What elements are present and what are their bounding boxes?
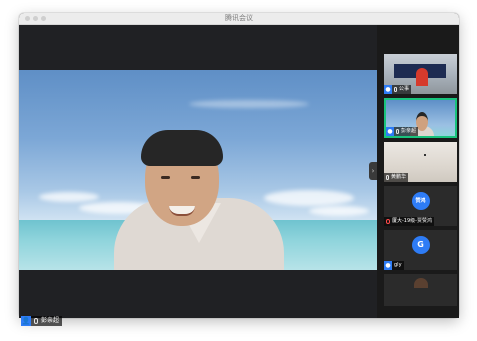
participant-name: 彭亲超 (401, 128, 417, 134)
mic-icon (396, 129, 399, 134)
participant-name: gly (394, 262, 402, 268)
participant-avatar: 赞鸿 (411, 192, 430, 210)
user-icon: ● (384, 261, 392, 270)
participant-tile[interactable] (384, 274, 457, 306)
participant-label: ● 彭亲超 (386, 127, 419, 136)
participant-tile-active[interactable]: ● 彭亲超 (384, 98, 457, 138)
speaker-name: 彭亲超 (41, 317, 60, 324)
participant-name: 公事 (399, 86, 410, 92)
speaker-name-tag: 👤 彭亲超 (21, 316, 63, 326)
participant-name: 厦大-19级-贾赞鸿 (392, 218, 432, 224)
participant-tile[interactable]: 黄鹏华 (384, 142, 457, 182)
user-icon: ● (386, 127, 394, 136)
user-icon: ● (384, 85, 392, 94)
participant-tile[interactable]: 赞鸿 厦大-19级-贾赞鸿 (384, 186, 457, 226)
participant-tile[interactable]: G ● gly (384, 230, 457, 270)
participant-label: ● 公事 (384, 85, 412, 94)
participant-avatar: G (411, 236, 430, 254)
participant-tile[interactable]: ● 公事 (384, 54, 457, 94)
participant-label: ● gly (384, 261, 404, 270)
mic-muted-icon (386, 219, 390, 224)
mic-icon (394, 87, 397, 92)
user-icon: 👤 (21, 316, 31, 326)
participant-label: 黄鹏华 (384, 173, 409, 182)
mic-icon (386, 175, 389, 180)
participant-label: 厦大-19级-贾赞鸿 (384, 217, 434, 226)
mic-icon (34, 318, 38, 324)
main-video-stage[interactable] (19, 25, 377, 318)
participant-name: 黄鹏华 (391, 174, 407, 180)
collapse-sidebar-button[interactable]: › (369, 162, 377, 180)
speaker-video (19, 70, 377, 270)
